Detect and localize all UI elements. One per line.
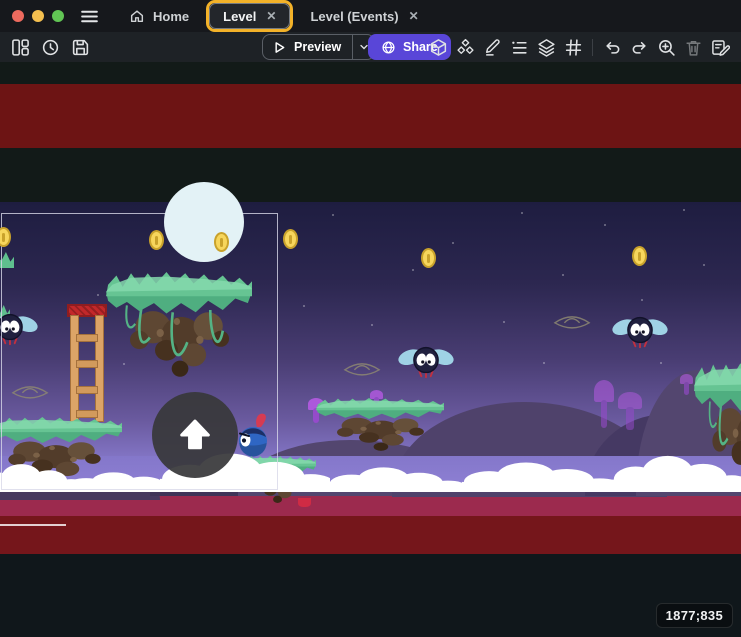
preview-button[interactable]: Preview xyxy=(263,35,352,59)
up-arrow-icon xyxy=(169,409,221,461)
cloud-sprite[interactable] xyxy=(328,462,463,492)
star xyxy=(562,274,564,276)
delete-button[interactable] xyxy=(681,35,705,59)
star xyxy=(683,209,685,211)
scene-window-border-fragment xyxy=(0,524,66,526)
layout-panels-button[interactable] xyxy=(8,35,32,59)
tab-label: Level xyxy=(223,9,256,24)
grid-icon xyxy=(564,38,583,57)
tab-level[interactable]: Level ✕ xyxy=(209,3,290,29)
objects-cluster-icon xyxy=(456,38,475,57)
preview-label: Preview xyxy=(294,40,341,54)
star xyxy=(412,269,414,271)
coin-sprite[interactable] xyxy=(421,248,436,268)
layers-icon xyxy=(537,38,556,57)
coin-sprite[interactable] xyxy=(283,229,298,249)
tab-bar: Home Level ✕ Level (Events) ✕ xyxy=(115,0,433,32)
3d-box-button[interactable] xyxy=(426,35,450,59)
undo-button[interactable] xyxy=(600,35,624,59)
star xyxy=(503,321,505,323)
edit-button[interactable] xyxy=(480,35,504,59)
close-tab-icon[interactable]: ✕ xyxy=(409,9,419,23)
jump-control-button[interactable] xyxy=(152,392,238,478)
tab-home[interactable]: Home xyxy=(115,3,203,29)
cursor-coordinates-badge: 1877;835 xyxy=(656,603,733,628)
star xyxy=(543,362,545,364)
zoom-in-button[interactable] xyxy=(654,35,678,59)
edit-scene-properties-button[interactable] xyxy=(708,35,732,59)
pencil-icon xyxy=(483,38,502,57)
toolbar-right-group xyxy=(426,35,732,59)
cloud-sprite[interactable] xyxy=(612,448,741,492)
star xyxy=(332,214,334,216)
instances-list-icon xyxy=(510,38,529,57)
mushroom-sprite xyxy=(618,392,642,430)
globe-icon xyxy=(381,40,396,55)
gdevelop-window: Home Level ✕ Level (Events) ✕ xyxy=(0,0,741,637)
mushroom-sprite xyxy=(680,374,693,396)
zoom-in-icon xyxy=(657,38,676,57)
layout-panels-icon xyxy=(11,38,30,57)
redo-icon xyxy=(630,38,649,57)
ufo-outline-sprite xyxy=(342,357,382,379)
close-window-button[interactable] xyxy=(12,10,24,22)
coin-sprite[interactable] xyxy=(214,232,229,252)
star xyxy=(641,299,643,301)
scene-editor-canvas[interactable]: 1877;835 xyxy=(0,62,741,637)
undo-icon xyxy=(603,38,622,57)
maximize-window-button[interactable] xyxy=(52,10,64,22)
star xyxy=(371,324,373,326)
play-icon xyxy=(272,40,287,55)
toolbar-left-group xyxy=(8,34,92,60)
bat-enemy-sprite[interactable] xyxy=(398,340,454,382)
star xyxy=(604,224,606,226)
selection-rectangle xyxy=(1,213,278,490)
main-menu-button[interactable] xyxy=(78,5,101,28)
editor-toolbar: Preview Share xyxy=(0,32,741,62)
coin-sprite[interactable] xyxy=(632,246,647,266)
ufo-outline-sprite xyxy=(552,310,592,332)
grid-button[interactable] xyxy=(561,35,585,59)
history-clock-icon xyxy=(41,38,60,57)
tab-highlight-box: Level ✕ xyxy=(206,0,293,32)
save-button[interactable] xyxy=(68,35,92,59)
coin-sprite[interactable] xyxy=(149,230,164,250)
tab-label: Level (Events) xyxy=(310,9,398,24)
tab-level-events[interactable]: Level (Events) ✕ xyxy=(296,3,432,29)
titlebar: Home Level ✕ Level (Events) ✕ xyxy=(0,0,741,32)
add-object-button[interactable] xyxy=(453,35,477,59)
floating-island-sprite[interactable] xyxy=(316,394,444,452)
edit-note-icon xyxy=(711,38,730,57)
tab-label: Home xyxy=(153,9,189,24)
history-button[interactable] xyxy=(38,35,62,59)
bat-enemy-sprite[interactable] xyxy=(612,310,668,352)
trash-icon xyxy=(684,38,703,57)
close-tab-icon[interactable]: ✕ xyxy=(266,9,276,23)
minimize-window-button[interactable] xyxy=(32,10,44,22)
home-icon xyxy=(129,8,145,24)
moon-sprite[interactable] xyxy=(164,182,244,262)
hamburger-icon xyxy=(80,7,99,26)
star xyxy=(452,242,454,244)
star xyxy=(521,212,523,214)
save-floppy-icon xyxy=(71,38,90,57)
3d-box-icon xyxy=(429,38,448,57)
mushroom-sprite xyxy=(594,380,614,428)
star xyxy=(703,264,705,266)
instances-list-button[interactable] xyxy=(507,35,531,59)
cloud-sprite[interactable] xyxy=(462,456,617,492)
layers-button[interactable] xyxy=(534,35,558,59)
preview-button-group: Preview xyxy=(262,34,375,60)
star xyxy=(303,305,305,307)
redo-button[interactable] xyxy=(627,35,651,59)
window-controls xyxy=(12,10,64,22)
toolbar-divider xyxy=(592,39,593,56)
star xyxy=(660,362,662,364)
